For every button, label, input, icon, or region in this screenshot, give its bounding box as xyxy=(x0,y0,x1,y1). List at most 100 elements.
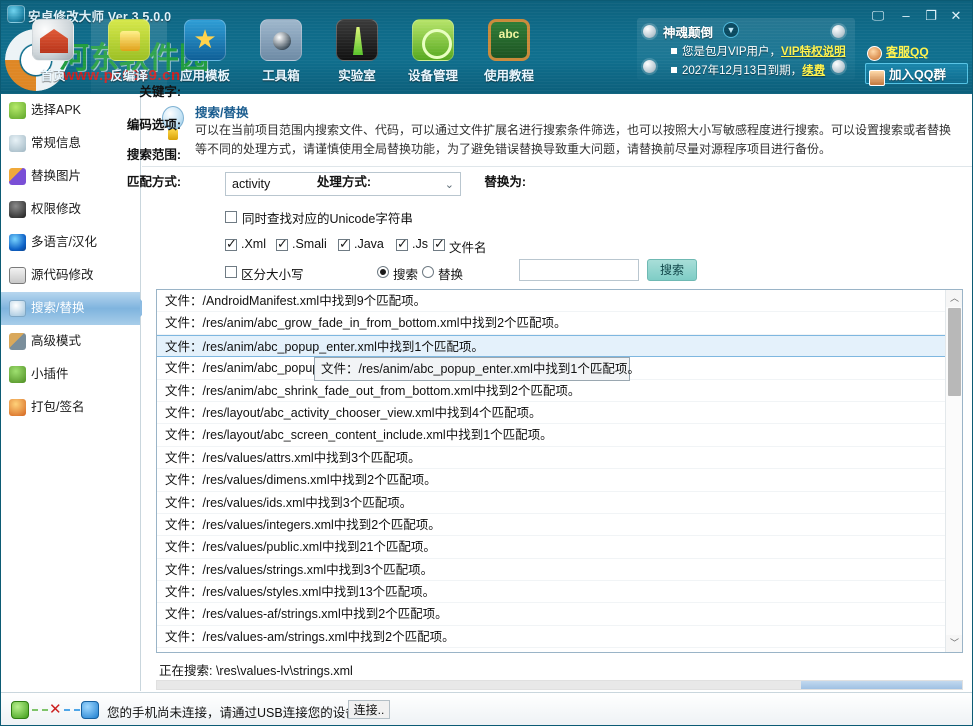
result-row[interactable]: 文件：/res/values/styles.xml中找到13个匹配项。 xyxy=(157,581,946,603)
toolbar-item-device[interactable]: 设备管理 xyxy=(395,19,471,93)
tools-icon xyxy=(9,333,26,350)
result-row[interactable]: 文件：/res/values/public.xml中找到21个匹配项。 xyxy=(157,536,946,558)
chevron-down-icon[interactable]: ﹀ xyxy=(946,635,963,652)
result-row[interactable]: 文件：/res/values/dimens.xml中找到2个匹配项。 xyxy=(157,469,946,491)
unicode-checkbox[interactable] xyxy=(225,211,237,223)
phone-icon xyxy=(11,701,29,719)
gear-icon xyxy=(832,60,845,73)
process-radio-replace[interactable] xyxy=(422,266,434,278)
sidebar-item-source-code[interactable]: 源代码修改 xyxy=(1,259,140,292)
scope-checkbox-filename[interactable] xyxy=(433,239,445,251)
result-row[interactable]: 文件：/res/layout/abc_screen_content_includ… xyxy=(157,424,946,446)
result-row[interactable]: 文件：/res/values-af/strings.xml中找到2个匹配项。 xyxy=(157,603,946,625)
result-row[interactable]: 文件：/res/values/attrs.xml中找到3个匹配项。 xyxy=(157,447,946,469)
gear-icon xyxy=(643,60,656,73)
result-row[interactable]: 文件：/AndroidManifest.xml中找到9个匹配项。 xyxy=(157,290,946,312)
chevron-down-icon[interactable]: ⌄ xyxy=(445,178,454,191)
sidebar-item-multilanguage[interactable]: 多语言/汉化 xyxy=(1,226,140,259)
result-row[interactable]: 文件：/res/values/ids.xml中找到3个匹配项。 xyxy=(157,492,946,514)
code-icon xyxy=(9,267,26,284)
result-row[interactable]: 文件：/res/values/integers.xml中找到2个匹配项。 xyxy=(157,514,946,536)
tooltip: 文件：/res/anim/abc_popup_enter.xml中找到1个匹配项… xyxy=(314,357,630,381)
search-button[interactable]: 搜索 xyxy=(647,259,697,281)
unicode-checkbox-label: 同时查找对应的Unicode字符串 xyxy=(242,208,413,227)
vip-expiry-text: 2027年12月13日到期， xyxy=(682,65,802,77)
device-icon xyxy=(412,19,454,61)
result-row[interactable]: 文件：/res/anim/abc_shrink_fade_out_from_bo… xyxy=(157,380,946,402)
sidebar-item-plugins[interactable]: 小插件 xyxy=(1,358,140,391)
scrollbar-thumb[interactable] xyxy=(948,308,961,396)
status-bar: ✕ 您的手机尚未连接，请通过USB连接您的设备.. 连接.. xyxy=(1,692,972,726)
connect-button[interactable]: 连接.. xyxy=(348,700,390,719)
maximize-button[interactable]: ❐ xyxy=(920,7,942,25)
android-icon xyxy=(9,102,26,119)
vip-privilege-link[interactable]: VIP特权说明 xyxy=(781,46,846,58)
sidebar-item-label: 源代码修改 xyxy=(31,268,94,282)
toolbox-icon xyxy=(260,19,302,61)
toolbar-item-tutorial[interactable]: 使用教程 xyxy=(471,19,547,93)
scope-checkbox-java[interactable] xyxy=(338,239,350,251)
vip-status-text: 您是包月VIP用户， xyxy=(682,46,781,58)
sidebar-item-advanced-mode[interactable]: 高级模式 xyxy=(1,325,140,358)
scope-label: 搜索范围: xyxy=(107,144,181,163)
toolbar-item-label: 设备管理 xyxy=(395,65,471,84)
message-icon[interactable]: 🖵 xyxy=(867,7,889,25)
case-sensitive-checkbox[interactable] xyxy=(225,266,237,278)
encoding-label: 编码选项: xyxy=(107,114,181,133)
close-button[interactable]: ✕ xyxy=(945,7,967,25)
sidebar-item-package-sign[interactable]: 打包/签名 xyxy=(1,391,140,424)
sidebar-item-label: 选择APK xyxy=(31,103,81,117)
result-row[interactable]: 文件：/res/values/strings.xml中找到3个匹配项。 xyxy=(157,559,946,581)
scope-label-smali: .Smali xyxy=(292,237,327,251)
toolbar-item-toolbox[interactable]: 工具箱 xyxy=(243,19,319,93)
search-icon xyxy=(9,300,26,317)
replace-input[interactable] xyxy=(519,259,639,281)
application-window: 安卓修改大师 Ver 3.5.0.0 河东软件园 www.pc0359.cn 首… xyxy=(0,0,973,726)
qq-avatar-icon xyxy=(867,46,882,61)
tutorial-icon xyxy=(488,19,530,61)
process-label: 处理方式: xyxy=(301,171,371,190)
sidebar-item-permissions[interactable]: 权限修改 xyxy=(1,193,140,226)
scope-checkbox-smali[interactable] xyxy=(276,239,288,251)
toolbar-item-label: 首页 xyxy=(15,65,91,84)
computer-icon xyxy=(81,701,99,719)
vip-renew-link[interactable]: 续费 xyxy=(802,65,825,77)
page-description: 可以在当前项目范围内搜索文件、代码，可以通过文件扩展名进行搜索条件筛选，也可以按… xyxy=(195,121,957,159)
result-row[interactable]: 文件：/res/values-am/strings.xml中找到2个匹配项。 xyxy=(157,626,946,648)
image-icon xyxy=(9,168,26,185)
searching-status: 正在搜索: \res\values-lv\strings.xml xyxy=(159,660,353,679)
result-row-selected[interactable]: 文件：/res/anim/abc_popup_enter.xml中找到1个匹配项… xyxy=(157,335,946,357)
decompile-icon xyxy=(108,19,150,61)
toolbar-item-home[interactable]: 首页 xyxy=(15,19,91,93)
qq-group-icon xyxy=(869,70,885,86)
scope-checkbox-xml[interactable] xyxy=(225,239,237,251)
case-sensitive-label: 区分大小写 xyxy=(241,264,304,283)
process-label-search: 搜索 xyxy=(393,264,418,283)
minimize-button[interactable]: – xyxy=(895,7,917,25)
replace-label: 替换为: xyxy=(456,171,526,190)
process-radio-search[interactable] xyxy=(377,266,389,278)
result-row[interactable]: 文件：/res/layout/abc_activity_chooser_view… xyxy=(157,402,946,424)
gear-icon xyxy=(832,25,845,38)
chevron-up-icon[interactable]: ︿ xyxy=(946,290,963,307)
toolbar-item-label: 工具箱 xyxy=(243,65,319,84)
results-list[interactable]: 文件：/AndroidManifest.xml中找到9个匹配项。 文件：/res… xyxy=(157,290,946,652)
scope-label-java: .Java xyxy=(354,237,384,251)
vertical-scrollbar[interactable]: ︿ ﹀ xyxy=(945,290,962,652)
join-qq-group-button[interactable]: 加入QQ群 xyxy=(865,63,968,84)
join-qq-group-label: 加入QQ群 xyxy=(889,68,946,82)
x-disconnect-icon: ✕ xyxy=(49,700,62,718)
toolbar-item-lab[interactable]: 实验室 xyxy=(319,19,395,93)
result-row[interactable]: 文件：/res/values-ar/strings.xml中找到2个匹配项。 xyxy=(157,648,946,653)
service-qq-link[interactable]: 客服QQ xyxy=(867,43,929,62)
keyword-input[interactable]: activity xyxy=(232,177,270,191)
result-row[interactable]: 文件：/res/anim/abc_grow_fade_in_from_botto… xyxy=(157,312,946,334)
scope-checkbox-js[interactable] xyxy=(396,239,408,251)
sidebar-item-search-replace[interactable]: 搜索/替换 xyxy=(1,292,140,325)
chevron-down-icon[interactable]: ▼ xyxy=(723,22,739,38)
sidebar-item-label: 小插件 xyxy=(31,367,69,381)
sidebar-item-label: 搜索/替换 xyxy=(31,301,84,315)
page-title: 搜索/替换 xyxy=(195,102,248,121)
keyword-label: 关键字: xyxy=(119,81,181,100)
globe-icon xyxy=(9,234,26,251)
